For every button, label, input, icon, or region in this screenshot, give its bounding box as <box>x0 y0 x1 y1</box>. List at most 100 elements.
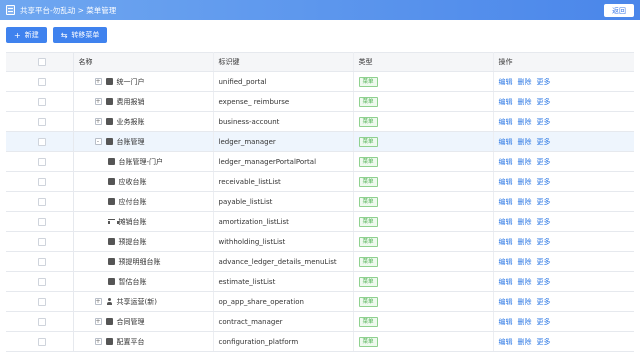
more-link[interactable]: 更多 <box>537 78 551 86</box>
edit-link[interactable]: 编辑 <box>499 178 513 186</box>
select-all-checkbox[interactable] <box>37 58 46 66</box>
new-button[interactable]: + 新建 <box>6 27 47 43</box>
expand-icon[interactable]: + <box>94 78 102 85</box>
table-row[interactable]: 应收台账 receivable_listList 菜单 编辑 删除 更多 <box>6 171 634 192</box>
delete-link[interactable]: 删除 <box>518 318 532 326</box>
row-checkbox[interactable] <box>37 117 46 126</box>
edit-link[interactable]: 编辑 <box>499 78 513 86</box>
table-row[interactable]: 台账管理-门户 ledger_managerPortalPortal 菜单 编辑… <box>6 151 634 172</box>
delete-link[interactable]: 删除 <box>518 238 532 246</box>
expand-icon[interactable]: + <box>94 338 102 345</box>
row-checkbox[interactable] <box>37 297 46 306</box>
delete-link[interactable]: 删除 <box>518 298 532 306</box>
edit-link[interactable]: 编辑 <box>499 138 513 146</box>
row-checkbox[interactable] <box>37 137 46 146</box>
row-checkbox[interactable] <box>37 97 46 106</box>
edit-link[interactable]: 编辑 <box>499 238 513 246</box>
type-badge: 菜单 <box>358 96 378 107</box>
dashboard-icon <box>105 98 113 105</box>
table-row[interactable]: + 共享运营(新) op_app_share_operation 菜单 编辑 删除更… <box>6 291 634 312</box>
type-cell: 菜单 <box>353 271 494 292</box>
edit-link[interactable]: 编辑 <box>499 98 513 106</box>
key-cell: configuration_platform <box>213 331 354 352</box>
delete-link[interactable]: 删除 <box>518 258 532 266</box>
ops-cell: 编辑 删除 更多 <box>493 271 634 292</box>
name-cell: 应付台账 <box>73 191 214 212</box>
edit-link[interactable]: 编辑 <box>499 218 513 226</box>
delete-link[interactable]: 删除 <box>518 98 532 106</box>
edit-link[interactable]: 编辑 <box>499 278 513 286</box>
delete-link[interactable]: 删除 <box>518 178 532 186</box>
more-link[interactable]: 更多 <box>537 278 551 286</box>
table-row[interactable]: + 统一门户 unified_portal 菜单 编辑 删除 更多 <box>6 71 634 92</box>
delete-link[interactable]: 删除 <box>518 338 532 346</box>
row-checkbox[interactable] <box>37 237 46 246</box>
row-checkbox[interactable] <box>37 77 46 86</box>
edit-link[interactable]: 编辑 <box>499 198 513 206</box>
edit-link[interactable]: 编辑 <box>499 318 513 326</box>
more-link[interactable]: 更多 <box>537 258 551 266</box>
delete-link[interactable]: 删除 <box>518 158 532 166</box>
more-link[interactable]: 更多 <box>537 318 551 326</box>
edit-link[interactable]: 编辑 <box>499 338 513 346</box>
row-checkbox[interactable] <box>37 197 46 206</box>
edit-link[interactable]: 编辑 <box>499 118 513 126</box>
more-link[interactable]: 更多 <box>537 158 551 166</box>
more-link[interactable]: 更多 <box>537 238 551 246</box>
more-link[interactable]: 更多 <box>537 338 551 346</box>
table-row[interactable]: + 业务报账 business-account 菜单 编辑 删除 更多 <box>6 111 634 132</box>
table-row[interactable]: 暂估台账 estimate_listList 菜单 编辑 删除 更多 <box>6 271 634 292</box>
ops-cell: 编辑 删除 更多 <box>493 111 634 132</box>
row-checkbox[interactable] <box>37 177 46 186</box>
row-checkbox[interactable] <box>37 337 46 346</box>
expand-icon[interactable]: + <box>94 318 102 325</box>
edit-link[interactable]: 编辑 <box>499 258 513 266</box>
ops-cell: 编辑 删除 更多 <box>493 191 634 212</box>
delete-link[interactable]: 删除 <box>518 218 532 226</box>
delete-link[interactable]: 删除 <box>518 78 532 86</box>
delete-link[interactable]: 删除 <box>518 198 532 206</box>
table-row[interactable]: 预提明细台账 advance_ledger_details_menuList 菜… <box>6 251 634 272</box>
table-row[interactable]: 摊销台账 amortization_listList 菜单 编辑 删除 更多 <box>6 211 634 232</box>
more-link[interactable]: 更多 <box>537 118 551 126</box>
more-link[interactable]: 更多 <box>537 98 551 106</box>
expand-icon[interactable]: + <box>94 98 102 105</box>
more-link[interactable]: 更多 <box>537 218 551 226</box>
type-badge: 菜单 <box>358 136 378 147</box>
edit-link[interactable]: 编辑 <box>499 158 513 166</box>
delete-link[interactable]: 删除 <box>518 118 532 126</box>
config-icon <box>105 338 113 345</box>
person-icon <box>106 298 113 305</box>
transfer-menu-button[interactable]: ⇆ 转移菜单 <box>52 27 108 43</box>
more-link[interactable]: 更多 <box>537 198 551 206</box>
ops-cell: 编辑 删除 更多 <box>493 311 634 332</box>
ops-cell: 编辑 删除 更多 <box>493 291 634 312</box>
more-link[interactable]: 更多 <box>537 138 551 146</box>
payable-icon <box>107 198 115 205</box>
table-row[interactable]: - 台账管理 ledger_manager 菜单 编辑 删除 更多 <box>6 131 634 152</box>
collapse-icon[interactable]: - <box>94 138 102 145</box>
back-button[interactable]: 返回 <box>604 4 634 17</box>
row-checkbox[interactable] <box>37 257 46 266</box>
details-icon <box>107 258 115 265</box>
row-checkbox[interactable] <box>37 217 46 226</box>
toolbar: + 新建 ⇆ 转移菜单 <box>6 27 108 43</box>
delete-link[interactable]: 删除 <box>518 278 532 286</box>
key-cell: ledger_managerPortalPortal <box>213 151 354 172</box>
expand-icon[interactable]: + <box>94 118 102 125</box>
table-row[interactable]: + 合同管理 contract_manager 菜单 编辑 删除 更多 <box>6 311 634 332</box>
name-cell: 暂估台账 <box>73 271 214 292</box>
more-link[interactable]: 更多 <box>537 178 551 186</box>
row-checkbox[interactable] <box>37 277 46 286</box>
key-cell: receivable_listList <box>213 171 354 192</box>
more-link[interactable]: 更多 <box>537 298 551 306</box>
table-row[interactable]: + 配置平台 configuration_platform 菜单 编辑 删除 更多 <box>6 331 634 352</box>
table-row[interactable]: 预提台账 withholding_listList 菜单 编辑 删除 更多 <box>6 231 634 252</box>
row-checkbox[interactable] <box>37 317 46 326</box>
table-row[interactable]: + 费用报销 expense_ reimburse 菜单 编辑 删除 更多 <box>6 91 634 112</box>
table-row[interactable]: 应付台账 payable_listList 菜单 编辑 删除 更多 <box>6 191 634 212</box>
row-checkbox[interactable] <box>37 157 46 166</box>
edit-link[interactable]: 编辑 <box>499 298 513 306</box>
expand-icon[interactable]: + <box>94 298 102 305</box>
delete-link[interactable]: 删除 <box>518 138 532 146</box>
